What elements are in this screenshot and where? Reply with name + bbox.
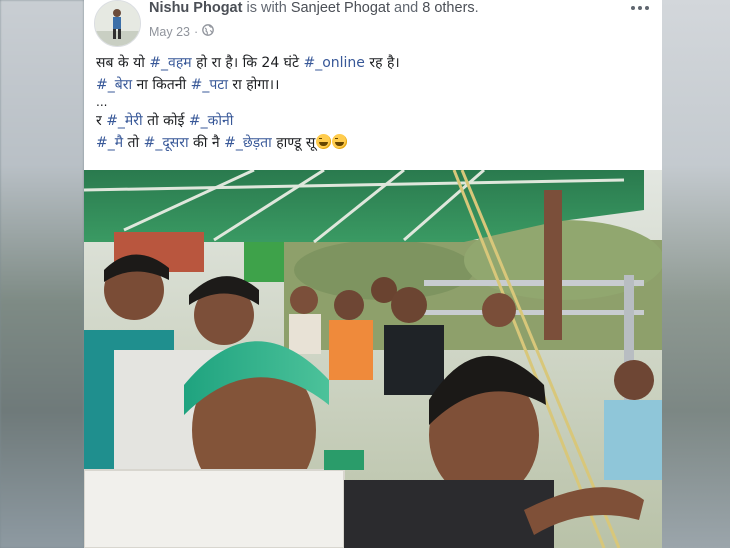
hashtag-link[interactable]: #_बेरा <box>96 77 132 93</box>
text-segment: सब के यो <box>96 55 150 71</box>
text-segment: की नै <box>188 135 225 151</box>
hashtag-link[interactable]: #_दूसरा <box>144 135 189 151</box>
photo-illustration <box>84 170 662 548</box>
post-text-line: र #_मेरी तो कोई #_कोनी <box>96 110 652 132</box>
text-segment: तो कोई <box>142 113 189 129</box>
globe-icon[interactable] <box>202 24 215 39</box>
post-meta: May 23 · <box>149 24 215 39</box>
tagged-user-link[interactable]: Sanjeet Phogat <box>291 0 390 16</box>
avatar[interactable] <box>94 0 141 47</box>
text-segment: रह है। <box>364 55 400 71</box>
text-segment: हाण्डू सू <box>271 135 316 151</box>
meta-separator: · <box>194 24 199 39</box>
group-selfie-photo[interactable] <box>84 170 662 548</box>
hashtag-link[interactable]: #_छेड़ता <box>224 135 272 151</box>
post-text-line: #_मै तो #_दूसरा की नै #_छेड़ता हाण्डू सू <box>96 132 652 154</box>
post-header: Nishu Phogat is with Sanjeet Phogat and … <box>84 0 662 50</box>
post-text-line: #_बेरा ना कितनी #_पटा रा होगा।। <box>96 74 652 96</box>
post-text-line: ... <box>96 96 652 110</box>
tears-of-joy-emoji-icon <box>332 134 348 149</box>
author-line: Nishu Phogat is with Sanjeet Phogat and … <box>149 0 479 16</box>
post-date[interactable]: May 23 <box>149 25 190 39</box>
hashtag-link[interactable]: #_पटा <box>191 77 228 93</box>
hashtag-link[interactable]: #_वहम <box>149 55 191 71</box>
text-segment: हो रा है। कि 24 घंटे <box>191 55 304 71</box>
facebook-post: Nishu Phogat is with Sanjeet Phogat and … <box>84 0 662 548</box>
hashtag-link[interactable]: #_मै <box>96 135 123 151</box>
tears-of-joy-emoji-icon <box>316 134 332 149</box>
with-text: is with <box>246 0 287 16</box>
more-options-icon[interactable] <box>628 0 652 16</box>
ellipsis-text: ... <box>96 95 108 109</box>
text-segment: र <box>96 113 107 129</box>
post-text-line: सब के यो #_वहम हो रा है। कि 24 घंटे #_on… <box>96 52 652 74</box>
others-link[interactable]: 8 others <box>422 0 474 16</box>
text-segment: ना कितनी <box>132 77 191 93</box>
text-segment: रा होगा।। <box>227 77 280 93</box>
post-text: सब के यो #_वहम हो रा है। कि 24 घंटे #_on… <box>96 52 652 154</box>
background-right <box>662 0 730 548</box>
hashtag-link[interactable]: #_कोनी <box>189 113 234 129</box>
hashtag-link[interactable]: #_online <box>303 55 364 71</box>
text-segment: तो <box>123 135 144 151</box>
avatar-image <box>95 1 140 46</box>
hashtag-link[interactable]: #_मेरी <box>106 113 142 129</box>
author-name[interactable]: Nishu Phogat <box>149 0 242 16</box>
period-text: . <box>474 0 479 16</box>
and-text: and <box>394 0 419 16</box>
background-left <box>0 0 84 548</box>
